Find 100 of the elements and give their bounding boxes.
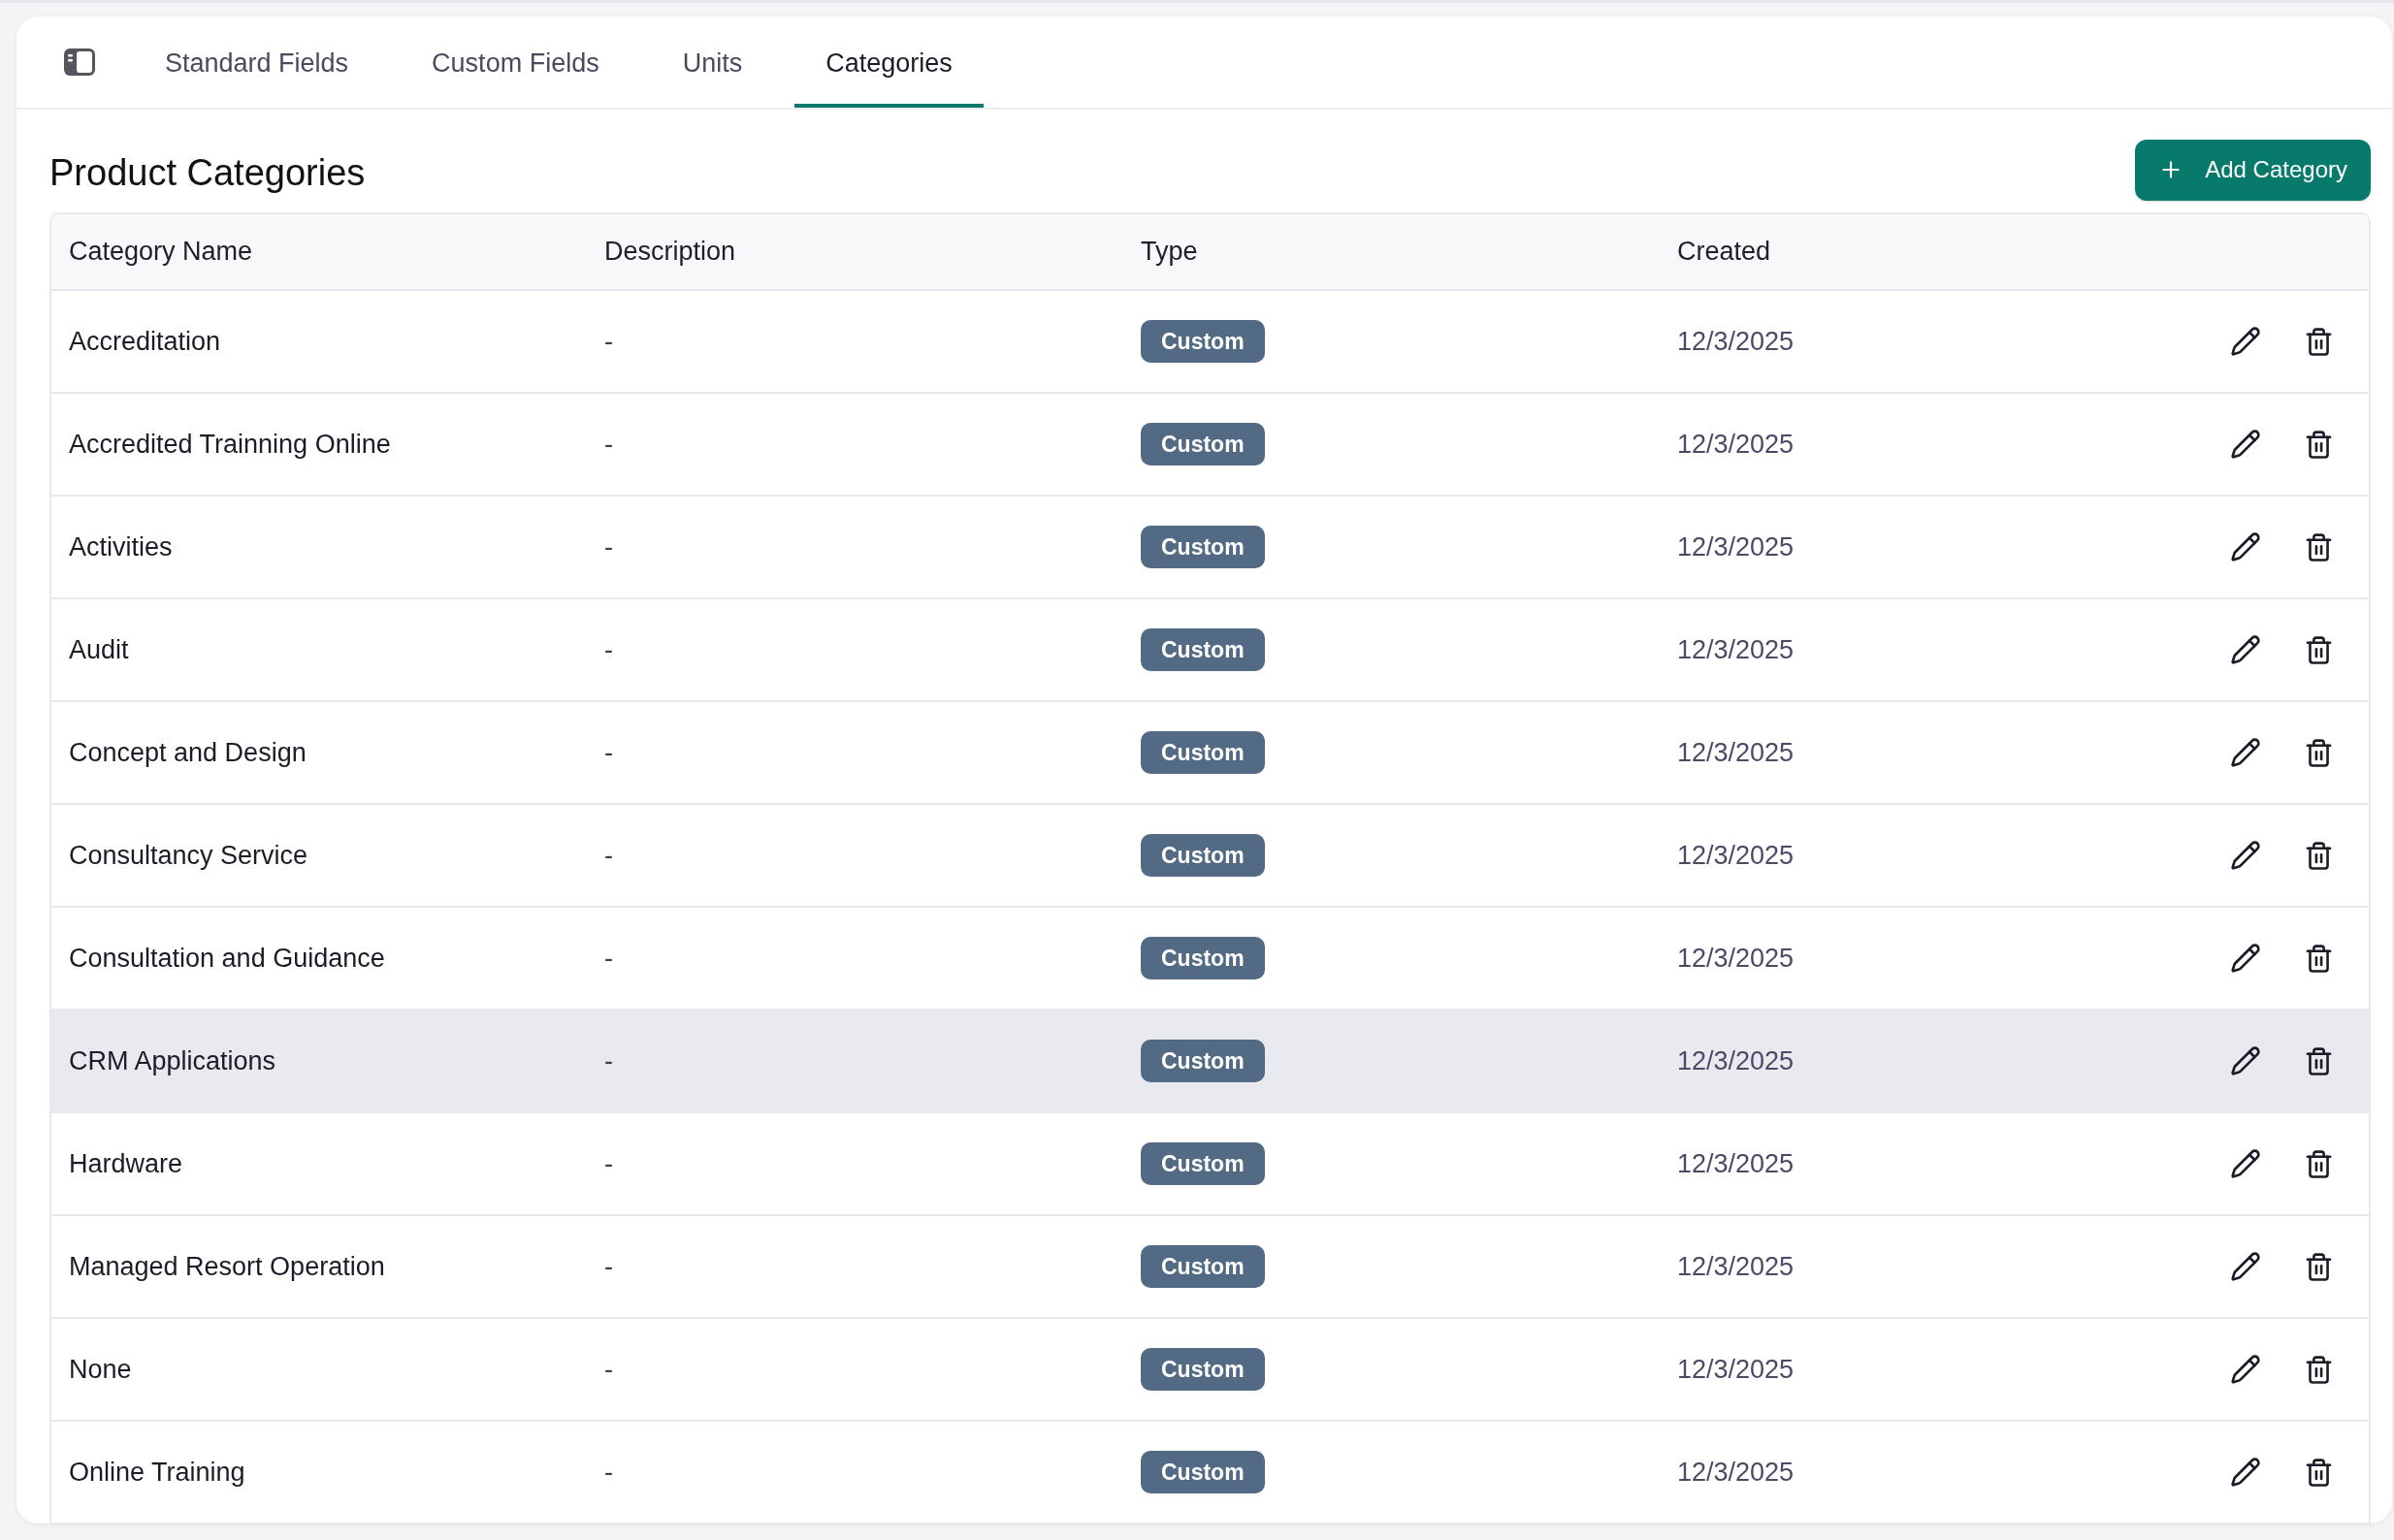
trash-icon [2304, 634, 2334, 665]
delete-button[interactable] [2304, 1045, 2334, 1076]
delete-button[interactable] [2304, 943, 2334, 974]
type-badge: Custom [1141, 834, 1265, 877]
description-cell: - [604, 634, 613, 664]
created-date-cell: 12/3/2025 [1677, 429, 1795, 459]
edit-button[interactable] [2230, 429, 2261, 460]
created-date-cell: 12/3/2025 [1677, 943, 1795, 973]
trash-icon [2304, 1251, 2334, 1282]
pencil-icon [2230, 326, 2261, 357]
type-badge: Custom [1141, 526, 1265, 568]
category-name-cell: None [69, 1354, 132, 1384]
delete-button[interactable] [2304, 531, 2334, 562]
category-name-cell: Audit [69, 634, 129, 664]
category-name-cell: Online Training [69, 1457, 245, 1487]
category-name-cell: CRM Applications [69, 1045, 276, 1075]
created-date-cell: 12/3/2025 [1677, 326, 1795, 356]
edit-button[interactable] [2230, 1354, 2261, 1385]
delete-button[interactable] [2304, 737, 2334, 768]
add-category-button[interactable]: Add Category [2135, 139, 2371, 201]
trash-icon [2304, 1148, 2334, 1179]
description-cell: - [604, 840, 613, 870]
type-badge: Custom [1141, 423, 1265, 465]
edit-button[interactable] [2230, 1457, 2261, 1488]
delete-button[interactable] [2304, 1148, 2334, 1179]
pencil-icon [2230, 1148, 2261, 1179]
column-header: Description [603, 236, 737, 269]
pencil-icon [2230, 1045, 2261, 1076]
column-header: Category Name [68, 236, 254, 269]
description-cell: - [604, 737, 613, 767]
trash-icon [2304, 531, 2334, 562]
tab[interactable]: Units [651, 16, 774, 108]
delete-button[interactable] [2304, 634, 2334, 665]
type-badge: Custom [1141, 1245, 1265, 1288]
description-cell: - [604, 1045, 613, 1075]
tab[interactable]: Standard Fields [134, 16, 380, 108]
type-badge: Custom [1141, 1142, 1265, 1185]
created-date-cell: 12/3/2025 [1677, 1354, 1795, 1384]
edit-button[interactable] [2230, 1148, 2261, 1179]
trash-icon [2304, 840, 2334, 871]
category-name-cell: Hardware [69, 1148, 183, 1178]
description-cell: - [604, 1251, 613, 1281]
created-date-cell: 12/3/2025 [1677, 1457, 1795, 1487]
delete-button[interactable] [2304, 1354, 2334, 1385]
edit-button[interactable] [2230, 326, 2261, 357]
description-cell: - [604, 326, 613, 356]
type-badge: Custom [1141, 731, 1265, 774]
created-date-cell: 12/3/2025 [1677, 737, 1795, 767]
trash-icon [2304, 429, 2334, 460]
type-badge: Custom [1141, 1348, 1265, 1391]
pencil-icon [2230, 1251, 2261, 1282]
category-name-cell: Accreditation [69, 326, 221, 356]
delete-button[interactable] [2304, 1457, 2334, 1488]
edit-button[interactable] [2230, 943, 2261, 974]
trash-icon [2304, 1457, 2334, 1488]
type-badge: Custom [1141, 320, 1265, 363]
edit-button[interactable] [2230, 840, 2261, 871]
tab[interactable]: Categories [794, 16, 984, 108]
category-name-cell: Accredited Trainning Online [69, 429, 391, 459]
edit-button[interactable] [2230, 531, 2261, 562]
created-date-cell: 12/3/2025 [1677, 1148, 1795, 1178]
created-date-cell: 12/3/2025 [1677, 531, 1795, 561]
pencil-icon [2230, 737, 2261, 768]
trash-icon [2304, 1354, 2334, 1385]
table-row[interactable]: CRM Applications - Custom 12/3/2025 [51, 1011, 2369, 1113]
edit-button[interactable] [2230, 1251, 2261, 1282]
delete-button[interactable] [2304, 1251, 2334, 1282]
pencil-icon [2230, 531, 2261, 562]
pencil-icon [2230, 634, 2261, 665]
created-date-cell: 12/3/2025 [1677, 1251, 1795, 1281]
delete-button[interactable] [2304, 326, 2334, 357]
pencil-icon [2230, 840, 2261, 871]
pencil-icon [2230, 1457, 2261, 1488]
created-date-cell: 12/3/2025 [1677, 634, 1795, 664]
edit-button[interactable] [2230, 737, 2261, 768]
category-name-cell: Activities [69, 531, 173, 561]
description-cell: - [604, 1457, 613, 1487]
description-cell: - [604, 943, 613, 973]
column-header: Created [1676, 236, 1772, 269]
tab[interactable]: Custom Fields [401, 16, 631, 108]
edit-button[interactable] [2230, 634, 2261, 665]
edit-button[interactable] [2230, 1045, 2261, 1076]
delete-button[interactable] [2304, 840, 2334, 871]
type-badge: Custom [1141, 628, 1265, 671]
trash-icon [2304, 326, 2334, 357]
pencil-icon [2230, 943, 2261, 974]
description-cell: - [604, 1148, 613, 1178]
description-cell: - [604, 531, 613, 561]
trash-icon [2304, 1045, 2334, 1076]
page-title: Product Categories [49, 150, 366, 195]
description-cell: - [604, 1354, 613, 1384]
category-name-cell: Concept and Design [69, 737, 307, 767]
delete-button[interactable] [2304, 429, 2334, 460]
type-badge: Custom [1141, 937, 1265, 979]
trash-icon [2304, 943, 2334, 974]
type-badge: Custom [1141, 1040, 1265, 1082]
category-name-cell: Consultancy Service [69, 840, 308, 870]
description-cell: - [604, 429, 613, 459]
created-date-cell: 12/3/2025 [1677, 840, 1795, 870]
pencil-icon [2230, 1354, 2261, 1385]
